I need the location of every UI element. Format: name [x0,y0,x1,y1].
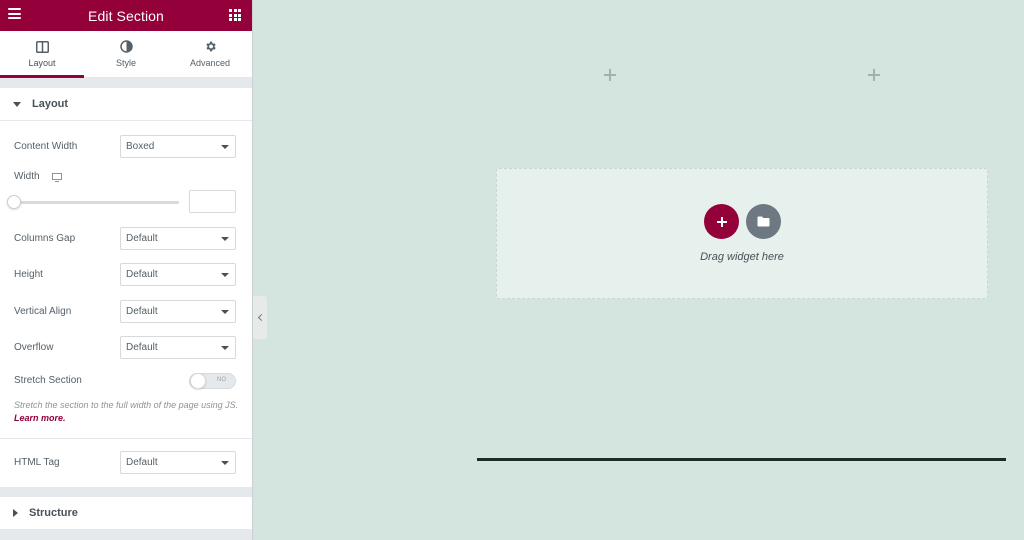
stretch-section-description: Stretch the section to the full width of… [14,399,239,425]
width-slider-track[interactable] [14,201,179,204]
tab-layout[interactable]: Layout [0,31,84,78]
stretch-description-text: Stretch the section to the full width of… [14,400,239,410]
toggle-knob [190,373,206,389]
html-tag-label: HTML Tag [14,457,60,468]
vertical-align-label: Vertical Align [14,306,72,317]
tab-advanced-label: Advanced [189,58,231,68]
layout-section-header[interactable]: Layout [0,88,252,121]
stretch-section-label: Stretch Section [14,375,82,386]
height-label: Height [14,269,43,280]
structure-section-header[interactable]: Structure [0,497,252,530]
divider-line [477,458,1006,461]
structure-section-title: Structure [29,507,78,519]
controls-divider [0,438,252,439]
content-width-select[interactable]: Boxed [120,135,236,158]
menu-icon[interactable] [8,8,21,19]
layout-section-title: Layout [32,98,69,110]
add-section-button[interactable] [704,204,739,239]
dropdown-arrow-icon [221,346,229,350]
panel-tabs: Layout Style Advanced [0,31,252,78]
section-separator [0,78,252,88]
dropzone-text: Drag widget here [700,251,784,263]
width-number-input[interactable] [189,190,236,213]
width-label: Width [14,171,40,182]
template-library-button[interactable] [746,204,781,239]
tab-layout-label: Layout [28,57,56,68]
panel-title: Edit Section [88,7,164,24]
section-separator [0,530,252,540]
caret-right-icon [13,509,18,517]
columns-gap-select[interactable]: Default [120,227,236,250]
learn-more-link[interactable]: Learn more. [14,413,66,423]
caret-down-icon [13,101,21,107]
overflow-select[interactable]: Default [120,336,236,359]
width-slider-handle[interactable] [7,195,21,209]
folder-icon [757,216,770,227]
dropdown-arrow-icon [221,461,229,465]
columns-gap-label: Columns Gap [14,233,76,244]
collapse-panel-button[interactable] [253,296,267,339]
html-tag-value: Default [126,457,158,468]
dropdown-arrow-icon [221,273,229,277]
toggle-off-text: NO [217,377,226,383]
overflow-label: Overflow [14,342,54,353]
columns-icon [35,40,49,53]
overflow-value: Default [126,342,158,353]
add-column-plus-icon[interactable] [604,69,616,81]
chevron-left-icon [257,313,265,322]
gear-icon [205,41,216,52]
panel-header: Edit Section [0,0,252,31]
content-width-value: Boxed [126,141,155,152]
editor-panel: Edit Section Layout Style Advanced Layou… [0,0,253,540]
html-tag-select[interactable]: Default [120,451,236,474]
stretch-section-toggle[interactable]: NO [189,373,236,389]
add-column-plus-icon[interactable] [868,69,880,81]
contrast-icon [119,40,133,53]
vertical-align-select[interactable]: Default [120,300,236,323]
height-select[interactable]: Default [120,263,236,286]
desktop-icon[interactable] [52,173,62,182]
columns-gap-value: Default [126,233,158,244]
tab-style-label: Style [115,58,136,68]
tab-style[interactable]: Style [84,31,168,77]
widget-dropzone[interactable]: Drag widget here [496,168,988,299]
dropdown-arrow-icon [221,145,229,149]
section-separator [0,487,252,497]
widgets-grid-icon[interactable] [229,9,241,21]
tab-advanced[interactable]: Advanced [168,31,252,77]
dropdown-arrow-icon [221,310,229,314]
height-value: Default [126,269,158,280]
dropdown-arrow-icon [221,237,229,241]
vertical-align-value: Default [126,306,158,317]
